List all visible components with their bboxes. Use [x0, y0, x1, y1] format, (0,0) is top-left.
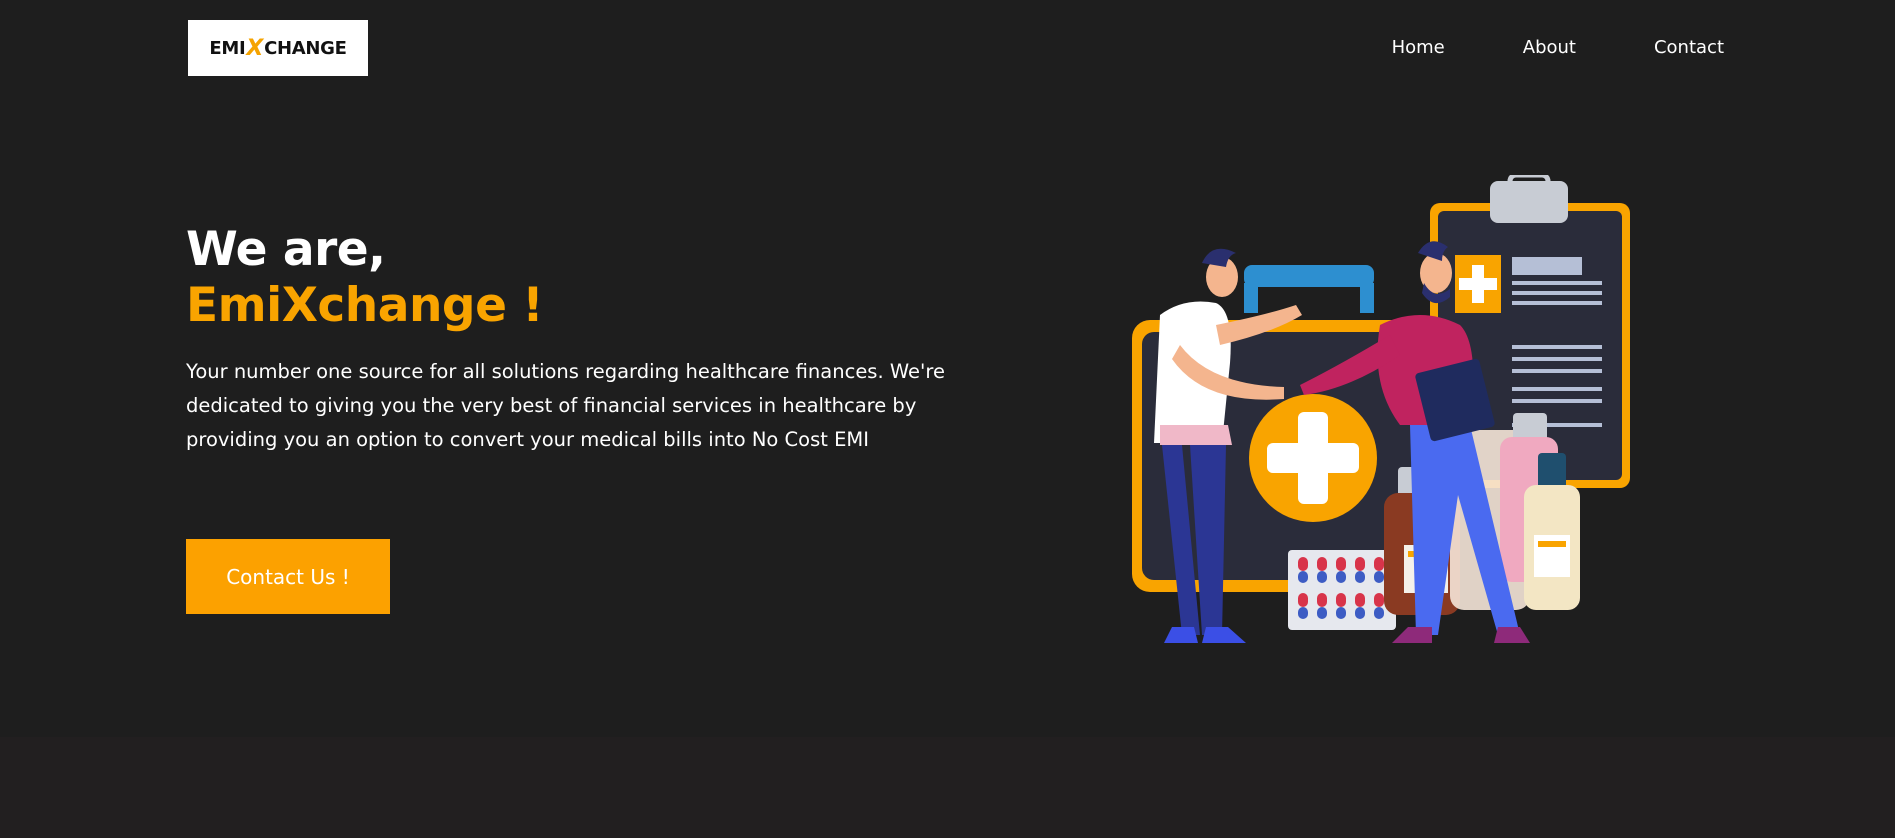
logo-suffix: CHANGE [264, 37, 347, 59]
logo-x: X [246, 35, 264, 61]
hero-heading-line1: We are, [186, 222, 386, 277]
hero-description: Your number one source for all solutions… [186, 360, 945, 451]
main-nav: Home About Contact [1392, 36, 1724, 60]
nav-home-link[interactable]: Home [1392, 36, 1445, 60]
logo-prefix: EMI [209, 37, 246, 59]
hero-heading-brand: EmiXchange ! [186, 278, 544, 333]
nav-about-link[interactable]: About [1523, 36, 1576, 60]
nav-contact-link[interactable]: Contact [1654, 36, 1724, 60]
logo-text: EMI X CHANGE [209, 35, 347, 61]
next-section [0, 737, 1895, 838]
logo[interactable]: EMI X CHANGE [188, 20, 368, 76]
contact-us-button[interactable]: Contact Us ! [186, 539, 390, 614]
pill-pack-icon [1288, 550, 1396, 630]
healthcare-illustration [1132, 175, 1630, 643]
